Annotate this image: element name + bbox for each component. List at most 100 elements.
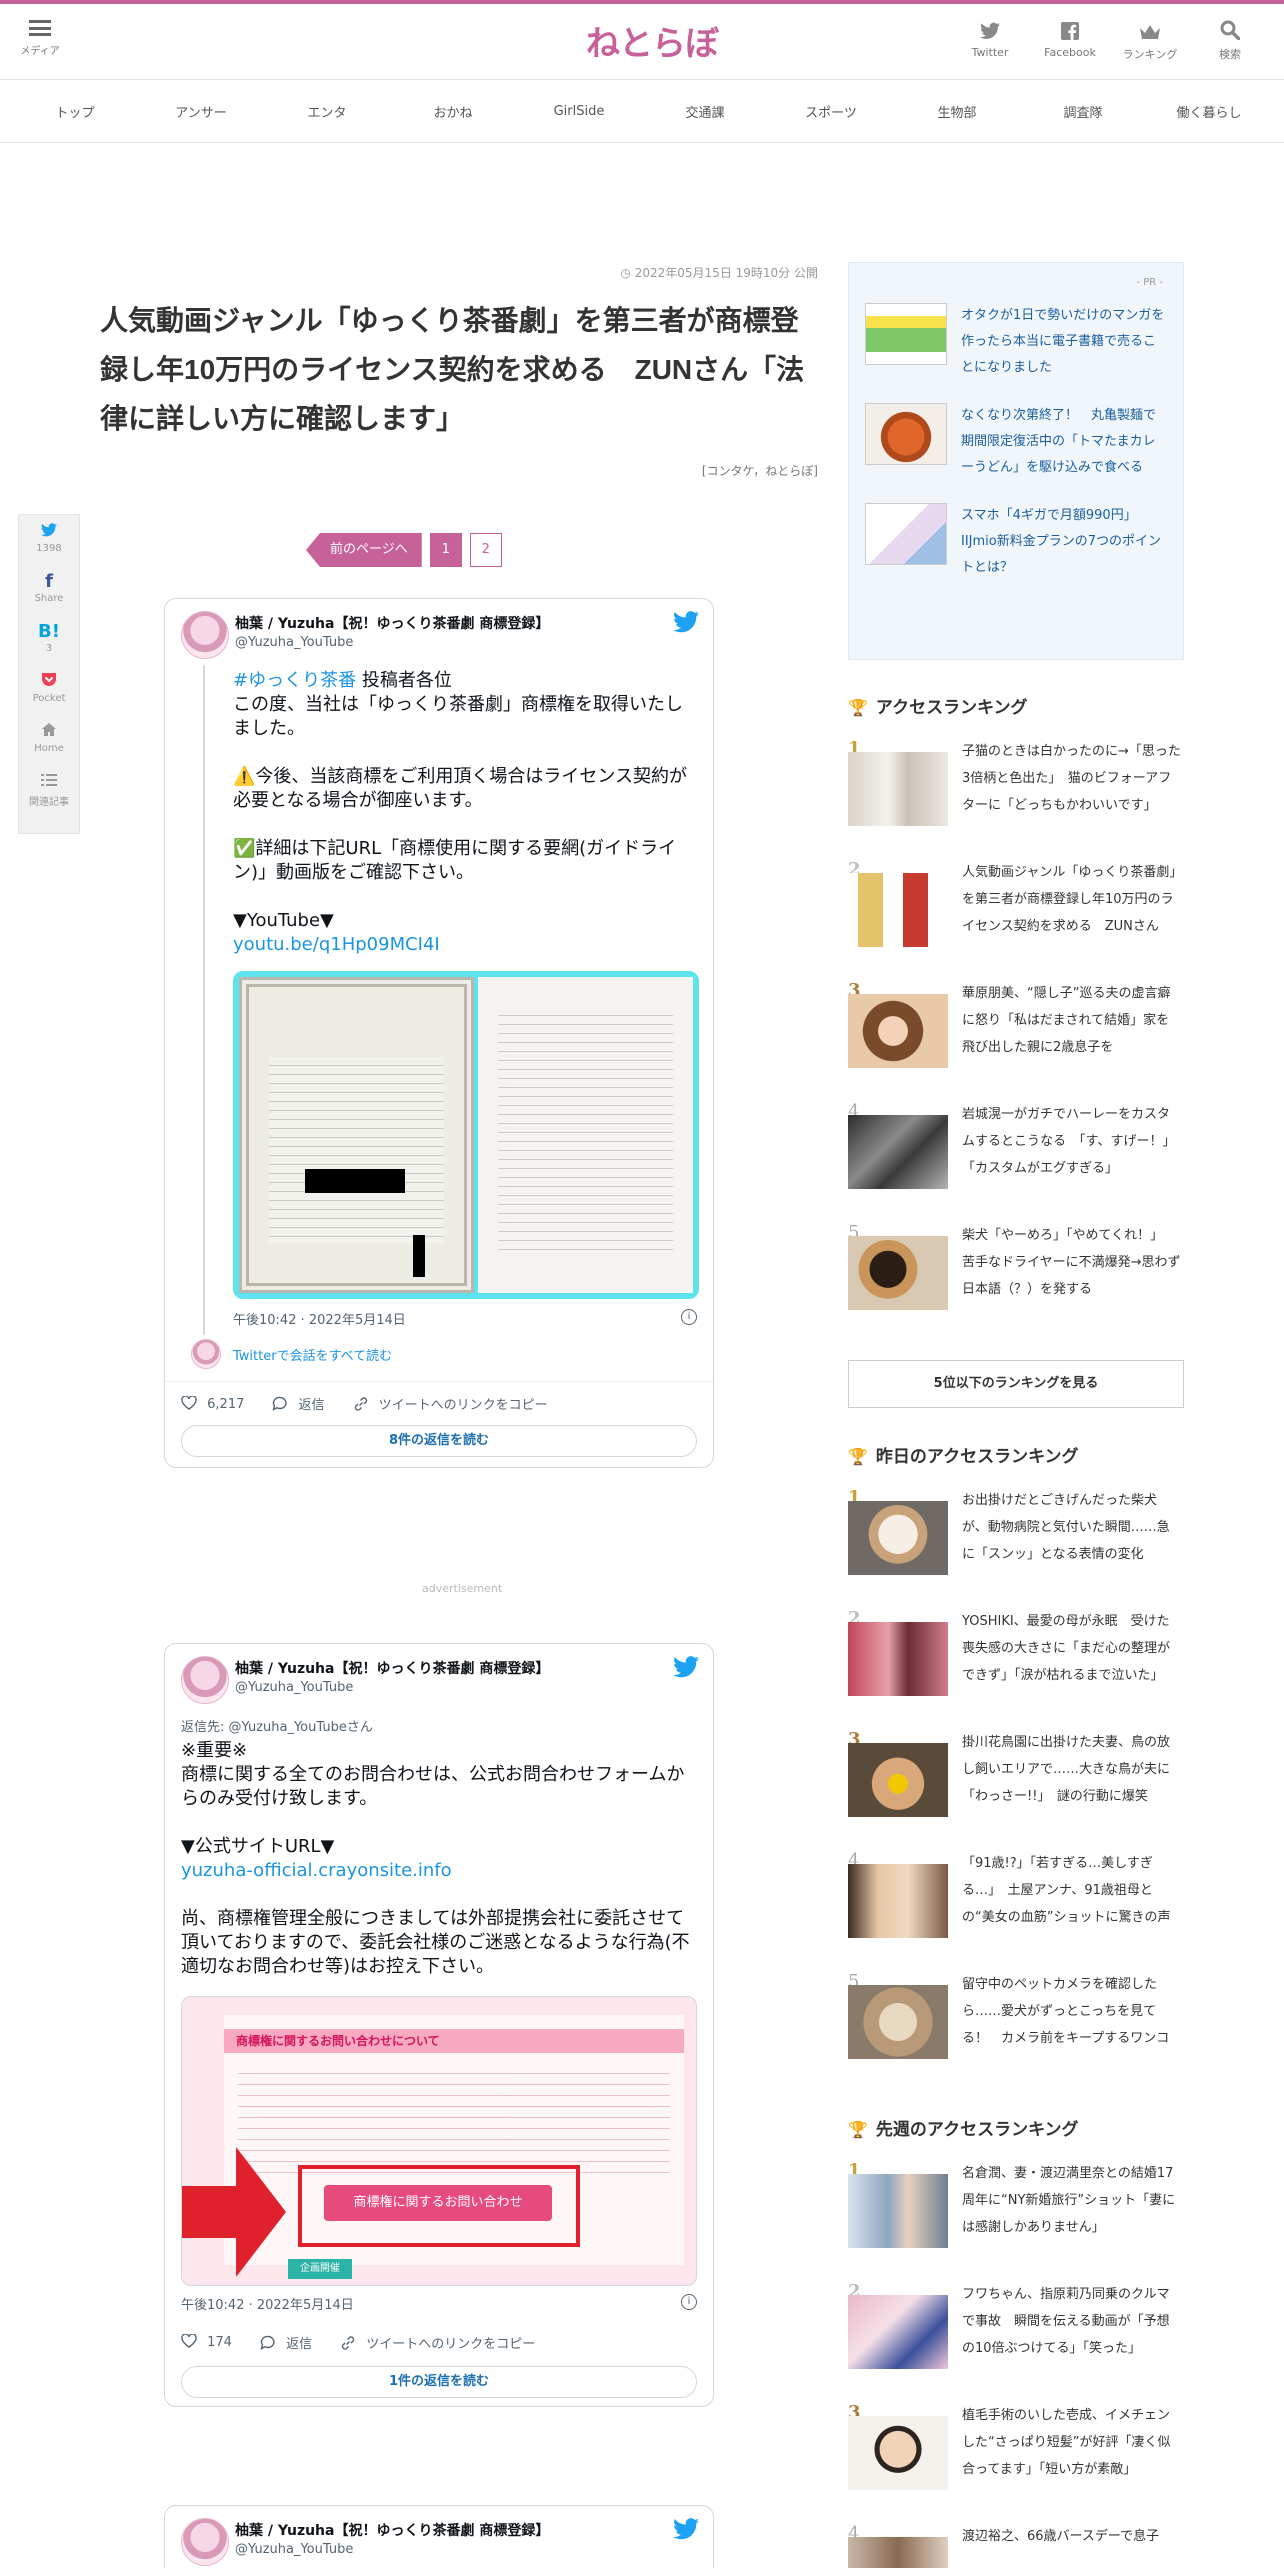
ranking-item[interactable]: 2 YOSHIKI、最愛の母が永眠 受けた喪失感の大きさに「まだ心の整理ができず… xyxy=(848,1606,1184,1727)
avatar[interactable] xyxy=(181,1656,229,1704)
official-site-link[interactable]: yuzuha-official.crayonsite.info xyxy=(181,1859,699,1883)
ranking-thumbnail[interactable] xyxy=(848,752,948,826)
share-hatena-button[interactable]: B! 3 xyxy=(19,615,79,665)
media-menu-button[interactable]: メディア xyxy=(14,20,66,57)
pr-thumbnail[interactable] xyxy=(865,503,947,565)
pr-item-title[interactable]: スマホ「4ギガで月額990円」IIJmio新料金プランの7つのポイントとは？ xyxy=(961,503,1167,581)
reply-button[interactable]: 返信 xyxy=(260,2333,312,2352)
nav-item-okane[interactable]: おかね xyxy=(398,102,508,121)
header-twitter-button[interactable]: Twitter xyxy=(950,20,1030,62)
ranking-item-title[interactable]: フワちゃん、指原莉乃同乗のクルマで事故 瞬間を伝える動画が「予想の10倍ぶつけて… xyxy=(962,2281,1182,2365)
more-ranking-button[interactable]: 5位以下のランキングを見る xyxy=(848,1360,1184,1408)
ranking-item-title[interactable]: 岩城滉一がガチでハーレーをカスタムするとこうなる 「す、すげー！」「カスタムがエ… xyxy=(962,1101,1182,1185)
nav-item-girlside[interactable]: GirlSide xyxy=(524,104,634,119)
ranking-item-title[interactable]: お出掛けだとごきげんだった柴犬が、動物病院と気付いた瞬間……急に「スンッ」となる… xyxy=(962,1487,1182,1571)
pr-item-title[interactable]: オタクが1日で勢いだけのマンガを作ったら本当に電子書籍で売ることになりました xyxy=(961,303,1167,381)
share-pocket-button[interactable]: Pocket xyxy=(19,665,79,715)
inquiry-screenshot-image[interactable]: 商標権に関するお問い合わせについて 商標権に関するお問い合わせ 企画開催 xyxy=(181,1996,697,2286)
tweet-author-handle[interactable]: @Yuzuha_YouTube xyxy=(235,2542,353,2557)
nav-item-chousatai[interactable]: 調査隊 xyxy=(1028,102,1138,121)
ranking-item[interactable]: 4 「91歳!?」「若すぎる…美しすぎる…」 土屋アンナ、91歳祖母との“美女の… xyxy=(848,1848,1184,1969)
ranking-item-title[interactable]: 留守中のペットカメラを確認したら……愛犬がずっとこっちを見てる！ カメラ前をキー… xyxy=(962,1971,1182,2055)
ranking-item[interactable]: 4 岩城滉一がガチでハーレーをカスタムするとこうなる 「す、すげー！」「カスタム… xyxy=(848,1099,1184,1220)
ranking-thumbnail[interactable] xyxy=(848,1115,948,1189)
avatar[interactable] xyxy=(181,2518,229,2566)
share-related-button[interactable]: 関連記事 xyxy=(19,765,79,815)
reply-button[interactable]: 返信 xyxy=(272,1394,325,1413)
hashtag-link[interactable]: #ゆっくり茶番 xyxy=(233,670,356,691)
nav-item-sports[interactable]: スポーツ xyxy=(776,102,886,121)
ranking-thumbnail[interactable] xyxy=(848,2174,948,2248)
ranking-item-title[interactable]: 子猫のときは白かったのに→「思った3倍柄と色出た」 猫のビフォーアフターに「どっ… xyxy=(962,738,1182,822)
info-icon[interactable]: i xyxy=(681,1309,697,1325)
ranking-item-title[interactable]: 掛川花鳥園に出掛けた夫妻、鳥の放し飼いエリアで……大きな鳥が夫に「わっさー!!」… xyxy=(962,1729,1182,1813)
tweet-author-name[interactable]: 柚葉 / Yuzuha【祝！ゆっくり茶番劇 商標登録】 xyxy=(235,613,549,633)
site-logo[interactable]: ねとらぼ xyxy=(586,16,719,65)
ranking-item[interactable]: 3 植毛手術のいした壱成、イメチェンした“さっぱり短髪”が好評「凄く似合ってます… xyxy=(848,2400,1184,2521)
ranking-thumbnail[interactable] xyxy=(848,1501,948,1575)
ranking-thumbnail[interactable] xyxy=(848,2416,948,2490)
tweet-author-handle[interactable]: @Yuzuha_YouTube xyxy=(235,635,353,650)
avatar[interactable] xyxy=(181,611,229,659)
ranking-item[interactable]: 2 人気動画ジャンル「ゆっくり茶番劇」を第三者が商標登録し年10万円のライセンス… xyxy=(848,857,1184,978)
tweet-timestamp[interactable]: 午後10:42 · 2022年5月14日 xyxy=(233,1309,406,1328)
ranking-item[interactable]: 1 お出掛けだとごきげんだった柴犬が、動物病院と気付いた瞬間……急に「スンッ」と… xyxy=(848,1485,1184,1606)
ranking-item[interactable]: 5 柴犬「やーめろ」「やめてくれ！」 苦手なドライヤーに不満爆発→思わず日本語（… xyxy=(848,1220,1184,1341)
twitter-bird-icon[interactable] xyxy=(673,2518,699,2540)
nav-item-seibutsubu[interactable]: 生物部 xyxy=(902,102,1012,121)
ranking-thumbnail[interactable] xyxy=(848,2295,948,2369)
trademark-certificate-image[interactable] xyxy=(233,971,699,1299)
ranking-item-title[interactable]: YOSHIKI、最愛の母が永眠 受けた喪失感の大きさに「まだ心の整理ができず」「… xyxy=(962,1608,1182,1692)
youtube-link[interactable]: youtu.be/q1Hp09MCI4I xyxy=(233,933,699,957)
reply-to-label[interactable]: 返信先: @Yuzuha_YouTubeさん xyxy=(181,1716,699,1735)
ranking-item[interactable]: 1 名倉潤、妻・渡辺満里奈との結婚17周年に“NY新婚旅行”ショット「妻には感謝… xyxy=(848,2158,1184,2279)
prev-page-button[interactable]: 前のページへ xyxy=(306,533,422,567)
like-button[interactable]: 174 xyxy=(181,2333,232,2350)
pr-item[interactable]: オタクが1日で勢いだけのマンガを作ったら本当に電子書籍で売ることになりました xyxy=(865,303,1167,381)
twitter-bird-icon[interactable] xyxy=(673,1656,699,1678)
tweet-timestamp[interactable]: 午後10:42 · 2022年5月14日 xyxy=(181,2294,354,2313)
nav-item-hataraku[interactable]: 働く暮らし xyxy=(1154,102,1264,121)
ranking-thumbnail[interactable] xyxy=(848,994,948,1068)
ranking-thumbnail[interactable] xyxy=(848,2537,948,2568)
read-replies-button[interactable]: 8件の返信を読む xyxy=(181,1425,697,1457)
page-1-button[interactable]: 1 xyxy=(429,533,462,567)
nav-item-koutsuuka[interactable]: 交通課 xyxy=(650,102,760,121)
read-conversation-link[interactable]: Twitterで会話をすべて読む xyxy=(233,1345,392,1364)
ranking-item-title[interactable]: 名倉潤、妻・渡辺満里奈との結婚17周年に“NY新婚旅行”ショット「妻には感謝しか… xyxy=(962,2160,1182,2244)
ranking-item[interactable]: 3 掛川花鳥園に出掛けた夫妻、鳥の放し飼いエリアで……大きな鳥が夫に「わっさー!… xyxy=(848,1727,1184,1848)
ranking-thumbnail[interactable] xyxy=(848,1236,948,1310)
ranking-thumbnail[interactable] xyxy=(848,1622,948,1696)
ranking-item-title[interactable]: 渡辺裕之、66歳バースデーで息子 xyxy=(962,2523,1182,2568)
ranking-item[interactable]: 4 渡辺裕之、66歳バースデーで息子 xyxy=(848,2521,1184,2568)
ranking-item-title[interactable]: 人気動画ジャンル「ゆっくり茶番劇」を第三者が商標登録し年10万円のライセンス契約… xyxy=(962,859,1182,943)
copy-link-button[interactable]: ツイートへのリンクをコピー xyxy=(353,1394,548,1413)
info-icon[interactable]: i xyxy=(681,2294,697,2310)
ranking-thumbnail[interactable] xyxy=(848,1985,948,2059)
pr-item[interactable]: なくなり次第終了！ 丸亀製麺で期間限定復活中の「トマたまカレーうどん」を駆け込み… xyxy=(865,403,1167,481)
ranking-item-title[interactable]: 「91歳!?」「若すぎる…美しすぎる…」 土屋アンナ、91歳祖母との“美女の血筋… xyxy=(962,1850,1182,1934)
tweet-author-name[interactable]: 柚葉 / Yuzuha【祝！ゆっくり茶番劇 商標登録】 xyxy=(235,1658,549,1678)
like-button[interactable]: 6,217 xyxy=(181,1394,244,1412)
share-twitter-button[interactable]: 1398 xyxy=(19,515,79,565)
ranking-thumbnail[interactable] xyxy=(848,873,948,947)
thread-avatar[interactable] xyxy=(191,1339,221,1369)
ranking-item[interactable]: 2 フワちゃん、指原莉乃同乗のクルマで事故 瞬間を伝える動画が「予想の10倍ぶつ… xyxy=(848,2279,1184,2400)
page-2-button[interactable]: 2 xyxy=(469,533,502,567)
pr-item-title[interactable]: なくなり次第終了！ 丸亀製麺で期間限定復活中の「トマたまカレーうどん」を駆け込み… xyxy=(961,403,1167,481)
ranking-item-title[interactable]: 柴犬「やーめろ」「やめてくれ！」 苦手なドライヤーに不満爆発→思わず日本語（？）… xyxy=(962,1222,1182,1306)
ranking-item[interactable]: 3 華原朋美、“隠し子”巡る夫の虚言癖に怒り「私はだまされて結婚」家を飛び出した… xyxy=(848,978,1184,1099)
share-facebook-button[interactable]: f Share xyxy=(19,565,79,615)
ranking-thumbnail[interactable] xyxy=(848,1743,948,1817)
ranking-item[interactable]: 5 留守中のペットカメラを確認したら……愛犬がずっとこっちを見てる！ カメラ前を… xyxy=(848,1969,1184,2090)
header-search-button[interactable]: 検索 xyxy=(1190,20,1270,62)
nav-item-answer[interactable]: アンサー xyxy=(146,102,256,121)
ranking-item-title[interactable]: 華原朋美、“隠し子”巡る夫の虚言癖に怒り「私はだまされて結婚」家を飛び出した親に… xyxy=(962,980,1182,1064)
pr-thumbnail[interactable] xyxy=(865,403,947,465)
header-facebook-button[interactable]: Facebook xyxy=(1030,20,1110,62)
tweet-author-name[interactable]: 柚葉 / Yuzuha【祝！ゆっくり茶番劇 商標登録】 xyxy=(235,2520,549,2540)
share-home-button[interactable]: Home xyxy=(19,715,79,765)
ranking-thumbnail[interactable] xyxy=(848,1864,948,1938)
nav-item-top[interactable]: トップ xyxy=(20,102,130,121)
twitter-bird-icon[interactable] xyxy=(673,611,699,633)
